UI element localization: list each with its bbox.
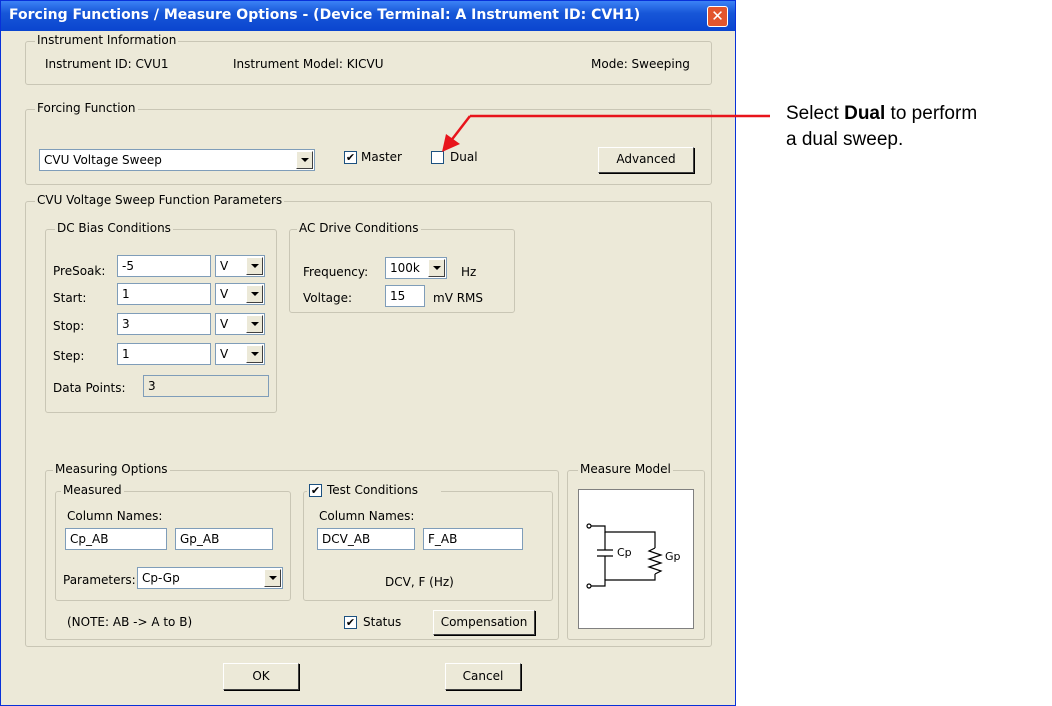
presoak-unit-select[interactable]: V — [215, 255, 265, 277]
test-conditions-legend: ✔ Test Conditions — [307, 483, 441, 499]
measure-model-diagram: Cp Gp — [578, 489, 694, 629]
status-label: Status — [363, 615, 402, 629]
parameters-select[interactable]: Cp-Gp — [137, 567, 283, 589]
column-name-2-input[interactable]: Gp_AB — [175, 528, 273, 550]
stop-unit-select[interactable]: V — [215, 313, 265, 335]
frequency-value: 100k — [390, 261, 420, 275]
ok-button[interactable]: OK — [223, 663, 299, 690]
stop-label: Stop: — [53, 319, 85, 333]
start-unit-select[interactable]: V — [215, 283, 265, 305]
start-input[interactable]: 1 — [117, 283, 211, 305]
column-names-label: Column Names: — [67, 509, 163, 523]
voltage-label: Voltage: — [303, 291, 353, 305]
annotation-line-2: a dual sweep. — [786, 129, 904, 150]
instrument-info-legend: Instrument Information — [35, 33, 179, 47]
annotation-arrow — [442, 114, 770, 152]
voltage-unit: mV RMS — [433, 291, 484, 305]
chevron-down-icon[interactable] — [246, 345, 263, 363]
presoak-label: PreSoak: — [53, 264, 106, 278]
annotation-line-1: Select Dual to perform — [786, 102, 977, 126]
instrument-id-label: Instrument ID: CVU1 — [45, 57, 169, 71]
forcing-function-value: CVU Voltage Sweep — [44, 153, 162, 167]
sweep-params-legend: CVU Voltage Sweep Function Parameters — [35, 193, 285, 207]
dc-bias-legend: DC Bias Conditions — [55, 221, 173, 235]
chevron-down-icon[interactable] — [428, 259, 445, 277]
start-label: Start: — [53, 291, 87, 305]
annotation-text-pre: Select — [786, 103, 845, 124]
column-name-1-input[interactable]: Cp_AB — [65, 528, 167, 550]
chevron-down-icon[interactable] — [246, 315, 263, 333]
tc-column-name-1-input[interactable]: DCV_AB — [317, 528, 415, 550]
window-title: Forcing Functions / Measure Options - (D… — [9, 7, 641, 23]
status-checkbox[interactable]: ✔ — [344, 616, 357, 629]
annotation-text-post: to perform — [885, 103, 978, 124]
instrument-model-label: Instrument Model: KICVU — [233, 57, 384, 71]
step-input[interactable]: 1 — [117, 343, 211, 365]
master-label: Master — [361, 150, 402, 164]
test-conditions-label: Test Conditions — [327, 483, 418, 497]
parameters-value: Cp-Gp — [142, 571, 180, 585]
frequency-label: Frequency: — [303, 265, 369, 279]
chevron-down-icon[interactable] — [264, 569, 281, 587]
data-points-label: Data Points: — [53, 381, 126, 395]
cp-label: Cp — [617, 546, 632, 559]
frequency-unit: Hz — [461, 265, 477, 279]
stop-input[interactable]: 3 — [117, 313, 211, 335]
data-points-field: 3 — [143, 375, 269, 397]
tc-column-names-label: Column Names: — [319, 509, 415, 523]
measure-model-legend: Measure Model — [578, 462, 673, 476]
stop-unit-value: V — [220, 317, 229, 331]
test-conditions-checkbox[interactable]: ✔ — [309, 484, 322, 497]
tc-units-label: DCV, F (Hz) — [385, 575, 454, 589]
chevron-down-icon[interactable] — [246, 257, 263, 275]
chevron-down-icon[interactable] — [246, 285, 263, 303]
presoak-input[interactable]: -5 — [117, 255, 211, 277]
step-unit-select[interactable]: V — [215, 343, 265, 365]
voltage-input[interactable]: 15 — [385, 285, 425, 307]
forcing-function-legend: Forcing Function — [35, 101, 138, 115]
chevron-down-icon[interactable] — [296, 151, 313, 169]
cancel-button[interactable]: Cancel — [445, 663, 521, 690]
parallel-circuit-icon: Cp Gp — [586, 523, 681, 589]
note-label: (NOTE: AB -> A to B) — [67, 615, 193, 629]
step-unit-value: V — [220, 347, 229, 361]
compensation-button[interactable]: Compensation — [433, 610, 535, 635]
presoak-unit-value: V — [220, 259, 229, 273]
measuring-options-legend: Measuring Options — [53, 462, 170, 476]
master-checkbox[interactable]: ✔ — [344, 151, 357, 164]
title-bar[interactable]: Forcing Functions / Measure Options - (D… — [1, 1, 735, 31]
ac-drive-legend: AC Drive Conditions — [297, 221, 421, 235]
close-icon: ✕ — [711, 7, 724, 25]
mode-label: Mode: Sweeping — [591, 57, 690, 71]
annotation-text-bold: Dual — [844, 103, 886, 124]
frequency-select[interactable]: 100k — [385, 257, 447, 279]
forcing-function-select[interactable]: CVU Voltage Sweep — [39, 149, 315, 171]
measured-legend: Measured — [61, 483, 124, 497]
parameters-label: Parameters: — [63, 573, 136, 587]
gp-label: Gp — [665, 550, 681, 563]
tc-column-name-2-input[interactable]: F_AB — [423, 528, 523, 550]
close-button[interactable]: ✕ — [707, 6, 728, 27]
step-label: Step: — [53, 349, 85, 363]
start-unit-value: V — [220, 287, 229, 301]
